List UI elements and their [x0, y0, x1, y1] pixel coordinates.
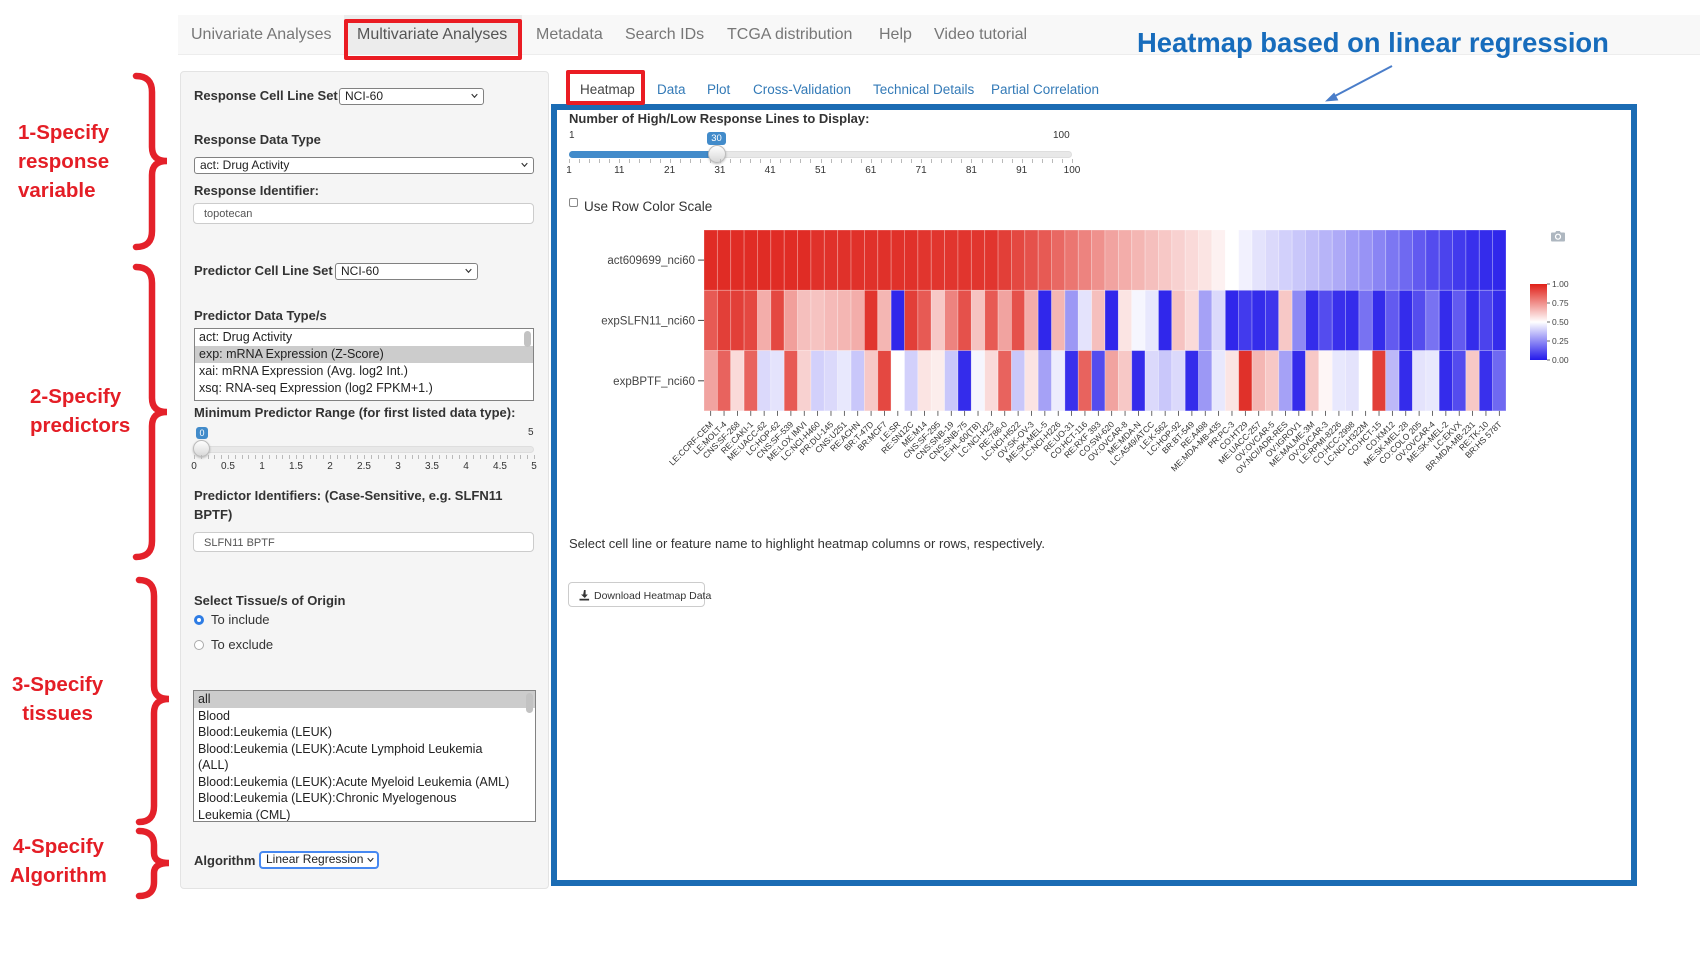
svg-text:0.75: 0.75: [1552, 298, 1569, 308]
svg-text:1.00: 1.00: [1552, 279, 1569, 289]
svg-text:0.50: 0.50: [1552, 317, 1569, 327]
svg-text:0.25: 0.25: [1552, 336, 1569, 346]
svg-text:0.00: 0.00: [1552, 355, 1569, 365]
svg-text:act609699_nci60: act609699_nci60: [607, 255, 695, 267]
svg-text:expBPTF_nci60: expBPTF_nci60: [613, 376, 695, 388]
svg-text:expSLFN11_nci60: expSLFN11_nci60: [601, 315, 695, 327]
